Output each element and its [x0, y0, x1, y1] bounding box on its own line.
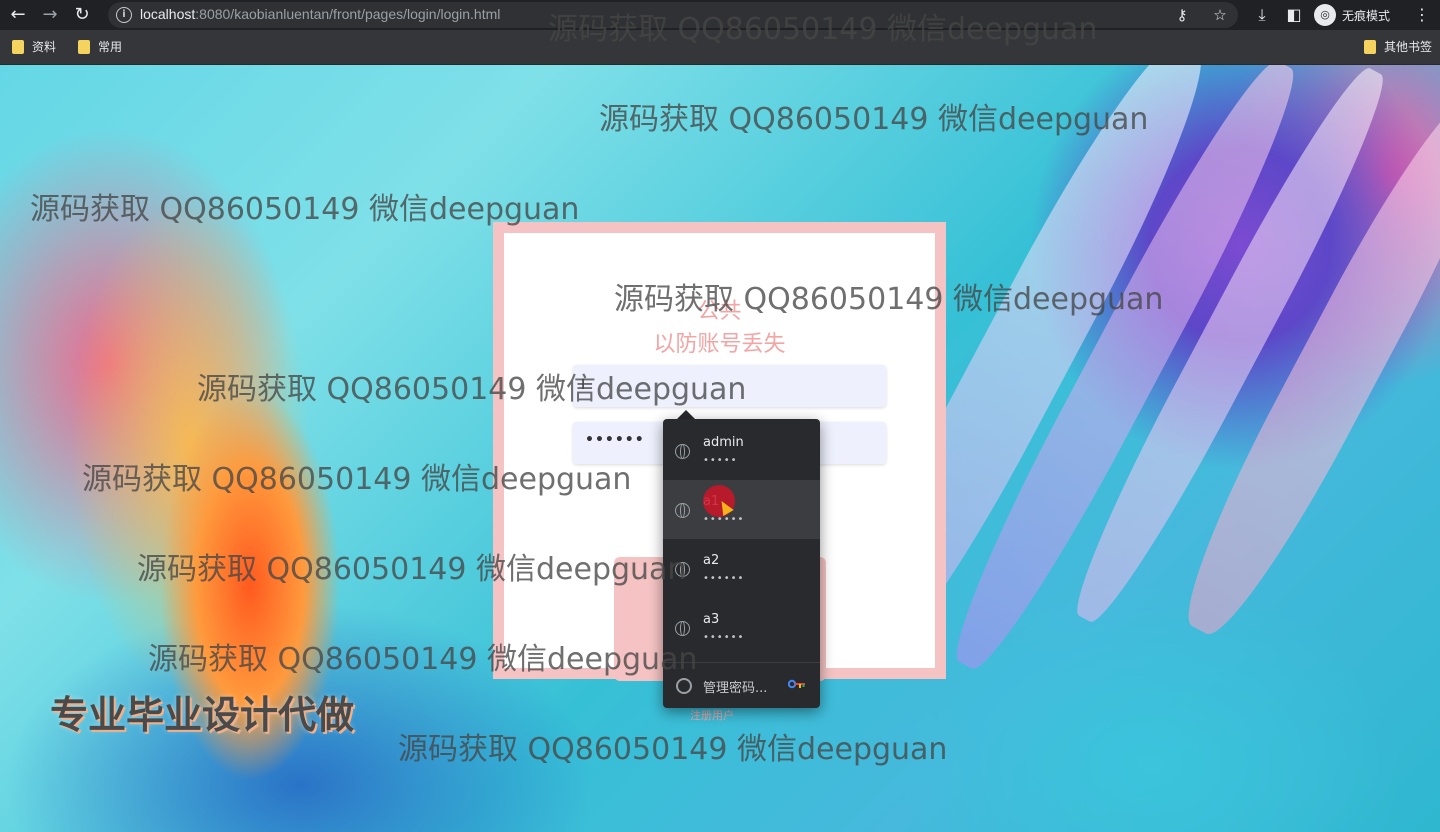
password-value: •••••• — [585, 432, 645, 448]
autofill-username: a2 — [703, 553, 720, 568]
incognito-icon: ◎ — [1314, 4, 1336, 26]
globe-icon — [675, 503, 690, 518]
bookmark-folder-other[interactable]: 其他书签 — [1364, 38, 1432, 55]
autofill-item[interactable]: a1 •••••• — [663, 480, 820, 539]
watermark-text: 源码获取 QQ86050149 微信deepguan — [30, 192, 580, 227]
manage-passwords-label: 管理密码... — [703, 681, 768, 696]
bookmark-folder-changyong[interactable]: 常用 — [78, 38, 122, 55]
back-icon[interactable]: ← — [6, 3, 30, 27]
watermark-text: 源码获取 QQ86050149 微信deepguan — [599, 102, 1149, 137]
star-icon[interactable]: ☆ — [1210, 5, 1230, 25]
notice-line-2: 以防账号丢失 — [653, 332, 786, 357]
download-icon[interactable]: ⤓ — [1250, 3, 1274, 27]
incognito-indicator[interactable]: ◎ 无痕模式 — [1314, 3, 1390, 27]
url-text[interactable]: localhost:8080/kaobianluentan/front/page… — [140, 6, 500, 22]
folder-icon — [78, 39, 90, 54]
password-key-icon — [788, 679, 805, 689]
autofill-password: ••••• — [703, 455, 738, 466]
watermark-text: 源码获取 QQ86050149 微信deepguan — [548, 12, 1098, 47]
watermark-text: 源码获取 QQ86050149 微信deepguan — [197, 372, 747, 407]
watermark-text: 源码获取 QQ86050149 微信deepguan — [137, 552, 687, 587]
url-host: localhost — [140, 6, 196, 22]
bookmark-label: 其他书签 — [1384, 40, 1433, 54]
folder-icon — [1364, 39, 1376, 54]
watermark-text: 源码获取 QQ86050149 微信deepguan — [148, 642, 698, 677]
globe-icon — [675, 444, 690, 459]
watermark-text: 源码获取 QQ86050149 微信deepguan — [82, 462, 632, 497]
incognito-label: 无痕模式 — [1342, 8, 1391, 23]
forward-icon[interactable]: → — [38, 3, 62, 27]
promo-text: 专业毕业设计代做 — [50, 693, 355, 737]
register-link[interactable]: 注册用户 — [690, 707, 734, 723]
bookmark-label: 资料 — [32, 40, 57, 54]
reload-icon[interactable]: ↻ — [70, 3, 94, 27]
bookmark-folder-ziliao[interactable]: 资料 — [12, 38, 56, 55]
side-panel-icon[interactable]: ◧ — [1282, 3, 1306, 27]
folder-icon — [12, 39, 24, 54]
dropdown-arrow — [677, 410, 695, 419]
bookmark-label: 常用 — [98, 40, 123, 54]
info-icon[interactable]: i — [116, 7, 132, 23]
autofill-item[interactable]: a2 •••••• — [663, 539, 820, 598]
chrome-icon — [676, 678, 692, 694]
autofill-password: •••••• — [703, 573, 745, 584]
url-path: :8080/kaobianluentan/front/pages/login/l… — [195, 6, 501, 22]
key-icon[interactable]: ⚷ — [1172, 5, 1192, 25]
autofill-username: a3 — [703, 612, 720, 627]
watermark-text: 源码获取 QQ86050149 微信deepguan — [614, 282, 1164, 317]
menu-icon[interactable]: ⋮ — [1410, 3, 1434, 27]
autofill-username: admin — [703, 435, 744, 450]
watermark-text: 源码获取 QQ86050149 微信deepguan — [398, 732, 948, 767]
autofill-password: •••••• — [703, 632, 745, 643]
autofill-item[interactable]: admin ••••• — [663, 421, 820, 480]
